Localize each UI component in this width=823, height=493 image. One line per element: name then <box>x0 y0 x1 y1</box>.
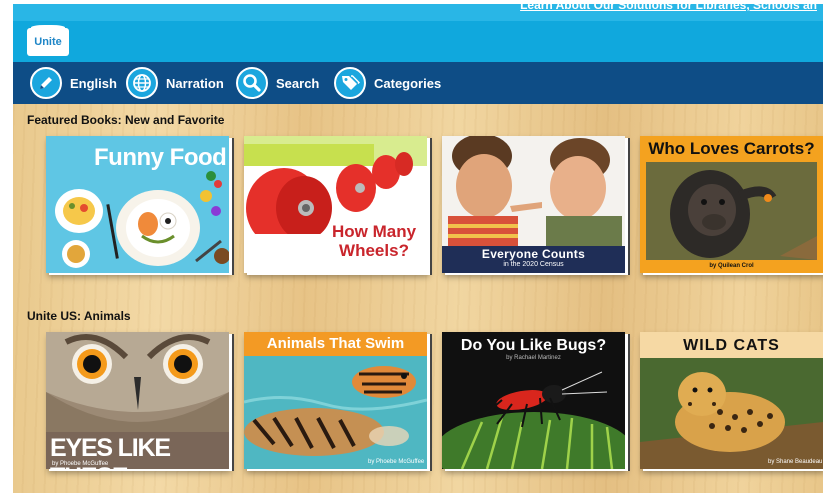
nav-english-label: English <box>70 75 117 91</box>
nav-categories-label: Categories <box>374 75 442 91</box>
book-subtitle: in the 2020 Census <box>503 261 564 268</box>
globe-icon <box>126 67 158 99</box>
book-title: Animals That Swim <box>266 335 405 352</box>
book-who-loves-carrots[interactable]: Who Loves Carrots? by Quilean Crol <box>640 136 823 273</box>
top-banner: Learn About Our Solutions for Libraries,… <box>13 4 823 21</box>
nav-search[interactable]: Search <box>236 66 319 100</box>
pencil-icon <box>30 67 62 99</box>
section-title-animals: Unite US: Animals <box>27 309 131 323</box>
bookshelf: Featured Books: New and Favorite Funny F… <box>13 104 823 493</box>
nav-english[interactable]: English <box>30 66 117 100</box>
section-title-featured: Featured Books: New and Favorite <box>27 113 225 127</box>
book-everyone-counts[interactable]: Everyone Counts in the 2020 Census <box>442 136 625 273</box>
book-title: Who Loves Carrots? <box>648 139 815 158</box>
app-header: Unite <box>13 21 823 62</box>
nav-narration[interactable]: Narration <box>126 66 224 100</box>
unite-logo[interactable]: Unite <box>27 25 69 56</box>
book-title: Funny Food <box>94 144 227 171</box>
book-how-many-wheels[interactable]: How Many Wheels? <box>244 136 427 273</box>
book-title: How Many Wheels? <box>331 222 417 260</box>
app-frame: Learn About Our Solutions for Libraries,… <box>13 4 823 493</box>
logo-text: Unite <box>34 36 62 48</box>
nav-search-label: Search <box>276 75 320 91</box>
book-author: by Shane Beaudeau <box>768 459 823 465</box>
search-icon <box>236 67 268 99</box>
book-wild-cats[interactable]: WILD CATS by Shane Beaudeau <box>640 332 823 469</box>
book-author: by Phoebe McGuffee <box>52 461 109 467</box>
nav-bar: English Narration Search Categories <box>13 62 823 104</box>
nav-categories[interactable]: Categories <box>334 66 441 100</box>
book-do-you-like-bugs[interactable]: Do You Like Bugs? by Rachael Martinez <box>442 332 625 469</box>
book-title: WILD CATS <box>683 337 780 354</box>
top-banner-link[interactable]: Learn About Our Solutions for Libraries,… <box>520 4 817 12</box>
book-author: by Phoebe McGuffee <box>368 459 425 465</box>
tags-icon <box>334 67 366 99</box>
book-eyes-like-these[interactable]: EYES LIKE THESE by Phoebe McGuffee <box>46 332 229 469</box>
book-animals-that-swim[interactable]: Animals That Swim by Phoebe McGuffee <box>244 332 427 469</box>
book-funny-food[interactable]: Funny Food <box>46 136 229 273</box>
nav-narration-label: Narration <box>166 75 224 91</box>
book-title: Everyone Counts <box>481 247 586 261</box>
book-author: by Rachael Martinez <box>506 355 561 361</box>
book-author: by Quilean Crol <box>709 263 754 269</box>
book-title: Do You Like Bugs? <box>460 337 607 354</box>
